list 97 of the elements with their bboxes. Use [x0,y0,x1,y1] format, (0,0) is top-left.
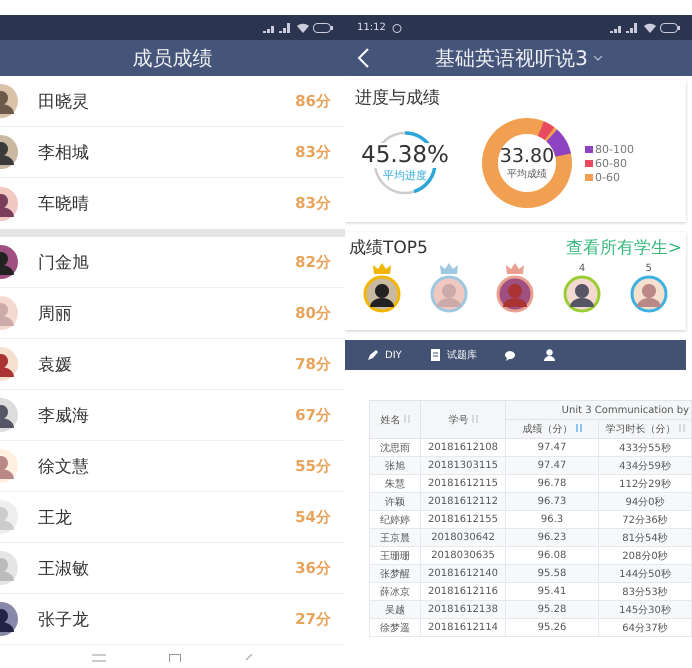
member-name: 张子龙 [38,608,89,630]
tab-item[interactable] [504,350,516,360]
wifi-icon [644,22,656,32]
table-cell: 96.73 [506,492,598,510]
caret-icon[interactable] [594,56,602,60]
signal-icon [610,22,640,32]
table-cell: 张旭 [370,456,420,474]
legend-label: 60-80 [595,156,627,170]
average-value: 33.80 [500,145,554,167]
card-title: 成绩TOP5 [349,237,428,259]
table-cell: 20181303115 [420,456,506,474]
table-cell: 95.28 [506,600,598,618]
score-value: 36分 [295,558,331,578]
progress-label: 平均进度 [382,168,427,184]
legend-label: 0-60 [595,170,620,184]
battery-icon [660,22,680,32]
score-value: 67分 [295,406,331,424]
table-cell: 144分50秒 [598,564,692,582]
score-value: 80分 [295,304,331,322]
person-icon [544,349,555,361]
member-name: 李威海 [38,404,89,426]
table-cell: 81分54秒 [598,528,692,546]
table-cell: 20181612114 [420,618,506,636]
member-name: 李相城 [38,142,89,164]
score-value: 82分 [295,252,331,272]
menu-icon[interactable] [92,654,106,662]
table-cell: 徐梦遥 [370,618,420,636]
sort-icon[interactable] [678,424,684,432]
page-title: 成员成绩 [132,44,212,72]
rank-number: 4 [578,263,586,275]
column-header[interactable]: 姓名 [370,400,420,438]
score-value: 55分 [295,456,331,476]
rank-number: 5 [645,263,652,275]
course-title[interactable]: 基础英语视听说3 [435,44,588,72]
sort-icon[interactable] [404,414,410,422]
member-row[interactable]: 李相城 83分 [0,127,345,178]
member-name: 王淑敏 [38,558,89,580]
clock-time: 11:12 [357,22,386,33]
column-header[interactable]: 学习时长（分） [598,420,692,438]
member-row[interactable]: 周丽 80分 [0,288,345,339]
member-row[interactable]: 徐文慧 55分 [0,441,345,492]
member-row[interactable]: 袁媛 78分 [0,339,345,390]
average-label: 平均成绩 [507,168,547,181]
progress-value: 45.38% [361,142,449,168]
member-row[interactable]: 王龙 54分 [0,492,345,543]
column-header[interactable]: 学号 [420,400,506,438]
table-cell: 434分59秒 [598,456,692,474]
table-cell: 20181612112 [420,492,506,510]
tab-item[interactable]: DIY [367,349,402,361]
table-cell: 2018030642 [420,528,506,546]
document-icon [430,349,441,361]
chat-icon [504,350,516,360]
tab-item[interactable] [544,349,555,361]
score-value: 83分 [295,142,331,162]
tab-item[interactable]: 试题库 [430,348,477,362]
table-cell: 145分30秒 [598,600,692,618]
home-icon[interactable] [169,654,182,662]
table-cell: 96.23 [506,528,598,546]
table-cell: 95.58 [506,564,598,582]
battery-icon [313,22,333,32]
table-cell: 张梦醒 [370,564,420,582]
member-name: 车晓晴 [38,193,89,215]
score-value: 27分 [295,610,331,628]
member-name: 徐文慧 [38,456,89,478]
wifi-icon [297,22,309,32]
member-name: 王龙 [38,506,72,528]
member-row[interactable]: 门金旭 82分 [0,237,345,288]
table-cell: 97.47 [506,456,598,474]
card-title: 进度与成绩 [355,88,440,108]
table-cell: 64分37秒 [598,618,692,636]
table-cell: 95.26 [506,618,598,636]
column-header[interactable]: 成绩（分） [506,420,598,438]
sort-icon[interactable] [472,414,478,422]
column-group-header: Unit 3 Communication by [506,400,692,420]
alarm-icon [392,22,402,32]
member-name: 门金旭 [38,252,89,274]
member-row[interactable]: 张子龙 27分 [0,594,345,645]
table-cell: 20181612138 [420,600,506,618]
table-cell: 王京晨 [370,528,420,546]
legend-label: 80-100 [595,142,634,156]
pen-icon [367,349,379,361]
member-row[interactable]: 王淑敏 36分 [0,543,345,594]
table-cell: 吴越 [370,600,420,618]
table-cell: 许颖 [370,492,420,510]
member-row[interactable]: 田晓灵 86分 [0,76,345,127]
member-row[interactable]: 李威海 67分 [0,390,345,441]
member-name: 田晓灵 [38,90,89,112]
member-name: 袁媛 [38,354,72,376]
score-value: 86分 [295,92,331,110]
signal-icon [263,22,293,32]
table-cell: 20181612140 [420,564,506,582]
score-value: 78分 [295,354,331,374]
score-value: 54分 [295,508,331,526]
table-cell: 94分0秒 [598,492,692,510]
score-value: 83分 [295,194,331,213]
member-name: 周丽 [38,302,72,324]
sort-icon[interactable] [576,424,582,432]
